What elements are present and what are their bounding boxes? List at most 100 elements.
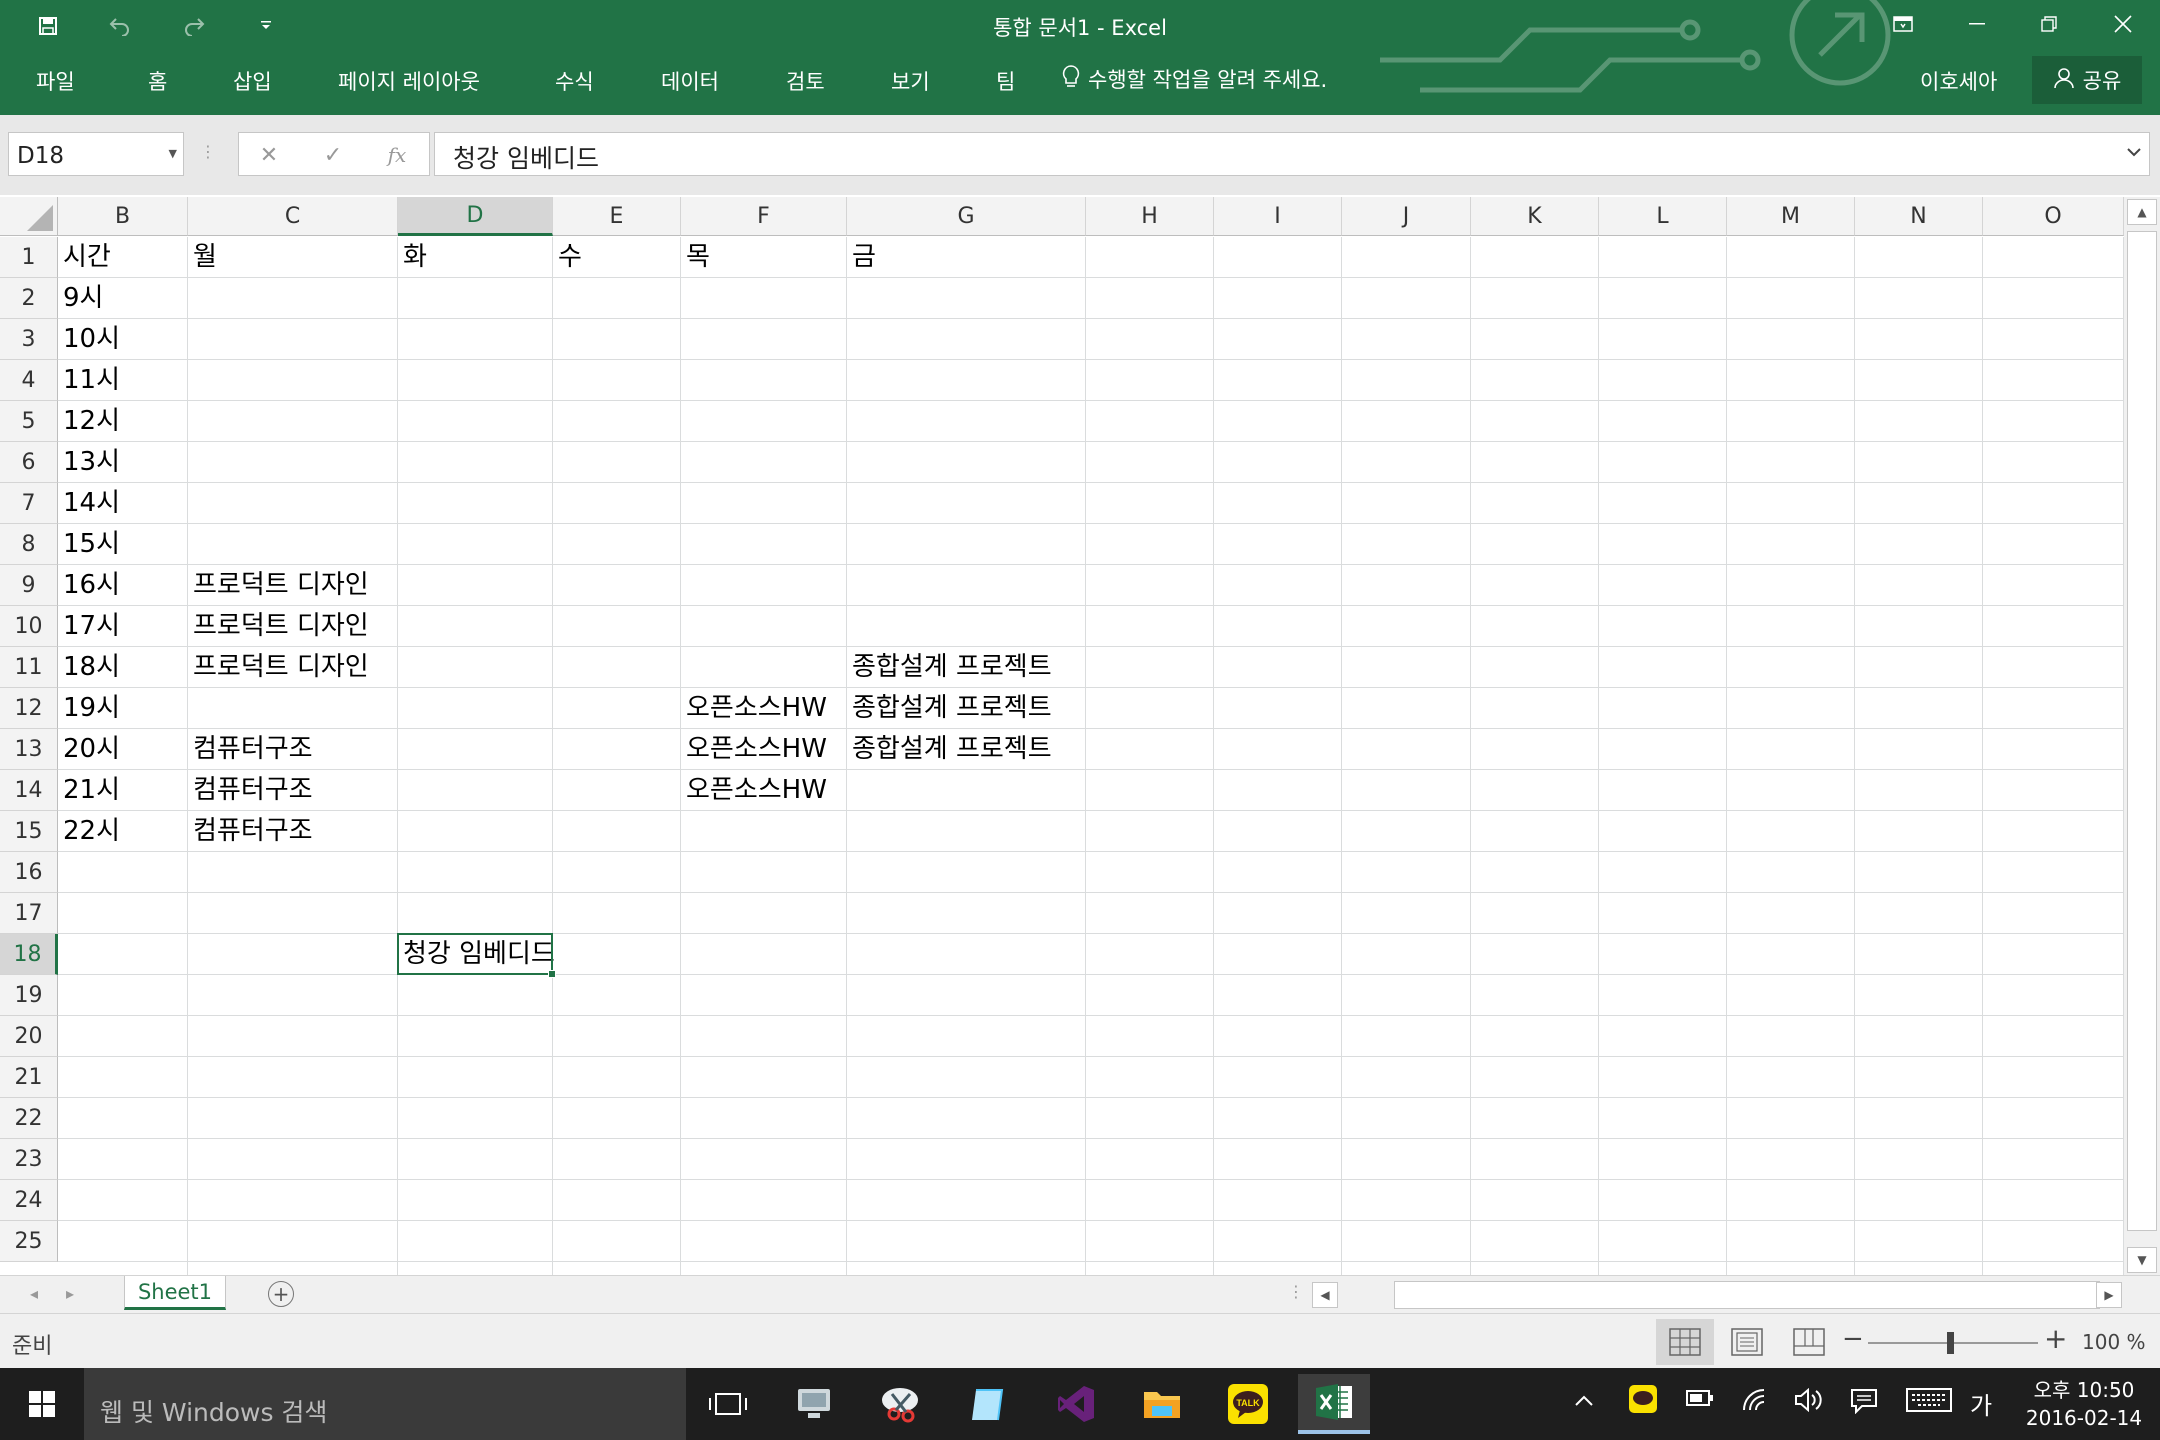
taskbar-search[interactable]: 웹 및 Windows 검색 xyxy=(84,1368,686,1440)
tab-data[interactable]: 데이터 xyxy=(661,66,719,96)
cell-b6[interactable]: 13시 xyxy=(58,442,120,483)
tab-review[interactable]: 검토 xyxy=(786,66,825,96)
cell-b10[interactable]: 17시 xyxy=(58,606,120,647)
row-header-25[interactable]: 25 xyxy=(0,1221,58,1262)
row-header-7[interactable]: 7 xyxy=(0,483,58,524)
user-name[interactable]: 이호세아 xyxy=(1920,66,1997,96)
column-header-m[interactable]: M xyxy=(1727,197,1855,236)
kakaotalk-tray-icon[interactable] xyxy=(1628,1384,1658,1420)
volume-icon[interactable] xyxy=(1794,1387,1824,1418)
selected-cell-border[interactable] xyxy=(397,933,556,978)
next-sheet-icon[interactable]: ▸ xyxy=(66,1284,74,1303)
remote-desktop-icon[interactable] xyxy=(778,1374,850,1434)
row-header-2[interactable]: 2 xyxy=(0,278,58,319)
cell-c13[interactable]: 컴퓨터구조 xyxy=(188,729,313,770)
cell-f1[interactable]: 목 xyxy=(681,237,710,278)
page-break-view-icon[interactable] xyxy=(1780,1319,1838,1365)
cell-d1[interactable]: 화 xyxy=(398,237,427,278)
cell-g12[interactable]: 종합설계 프로젝트 xyxy=(847,688,1052,729)
row-header-1[interactable]: 1 xyxy=(0,237,58,278)
tab-view[interactable]: 보기 xyxy=(891,66,930,96)
column-header-k[interactable]: K xyxy=(1471,197,1599,236)
column-header-h[interactable]: H xyxy=(1086,197,1214,236)
zoom-level[interactable]: 100 % xyxy=(2082,1330,2146,1354)
cell-f12[interactable]: 오픈소스HW xyxy=(681,688,827,729)
row-header-14[interactable]: 14 xyxy=(0,770,58,811)
cell-b1[interactable]: 시간 xyxy=(58,237,111,278)
battery-icon[interactable] xyxy=(1686,1388,1714,1413)
vertical-scroll-thumb[interactable] xyxy=(2127,231,2157,1231)
column-header-i[interactable]: I xyxy=(1214,197,1342,236)
row-header-13[interactable]: 13 xyxy=(0,729,58,770)
sheet-tab-sheet1[interactable]: Sheet1 xyxy=(124,1276,226,1310)
cell-g11[interactable]: 종합설계 프로젝트 xyxy=(847,647,1052,688)
row-header-10[interactable]: 10 xyxy=(0,606,58,647)
windows-start-icon[interactable] xyxy=(0,1368,84,1440)
cell-c11[interactable]: 프로덕트 디자인 xyxy=(188,647,369,688)
column-header-n[interactable]: N xyxy=(1855,197,1983,236)
chevron-down-icon[interactable]: ▼ xyxy=(169,147,177,160)
cell-b13[interactable]: 20시 xyxy=(58,729,120,770)
file-explorer-icon[interactable] xyxy=(1126,1374,1198,1434)
add-sheet-icon[interactable]: + xyxy=(268,1281,294,1307)
kakaotalk-icon[interactable]: TALK xyxy=(1212,1374,1284,1434)
cell-f13[interactable]: 오픈소스HW xyxy=(681,729,827,770)
prev-sheet-icon[interactable]: ◂ xyxy=(30,1284,38,1303)
row-header-22[interactable]: 22 xyxy=(0,1098,58,1139)
row-header-19[interactable]: 19 xyxy=(0,975,58,1016)
cell-c10[interactable]: 프로덕트 디자인 xyxy=(188,606,369,647)
column-header-c[interactable]: C xyxy=(188,197,398,236)
sticky-notes-icon[interactable] xyxy=(952,1374,1024,1434)
vertical-scrollbar[interactable]: ▲ ▼ xyxy=(2124,197,2160,1277)
name-box[interactable]: D18 ▼ xyxy=(8,132,184,176)
tab-home[interactable]: 홈 xyxy=(148,66,167,96)
scroll-right-icon[interactable]: ▶ xyxy=(2096,1282,2122,1308)
cell-b15[interactable]: 22시 xyxy=(58,811,120,852)
cell-b7[interactable]: 14시 xyxy=(58,483,120,524)
horizontal-scroll-thumb[interactable] xyxy=(1394,1281,2100,1309)
normal-view-icon[interactable] xyxy=(1656,1319,1714,1365)
zoom-in-button[interactable]: + xyxy=(2044,1322,2067,1355)
cell-c1[interactable]: 월 xyxy=(188,237,217,278)
tab-page-layout[interactable]: 페이지 레이아웃 xyxy=(338,66,480,96)
tab-file[interactable]: 파일 xyxy=(36,66,75,96)
cell-b2[interactable]: 9시 xyxy=(58,278,103,319)
action-center-icon[interactable] xyxy=(1850,1388,1878,1420)
column-header-l[interactable]: L xyxy=(1599,197,1727,236)
column-header-j[interactable]: J xyxy=(1342,197,1471,236)
page-layout-view-icon[interactable] xyxy=(1718,1319,1776,1365)
row-header-9[interactable]: 9 xyxy=(0,565,58,606)
row-header-8[interactable]: 8 xyxy=(0,524,58,565)
cell-b3[interactable]: 10시 xyxy=(58,319,120,360)
clock[interactable]: 오후 10:50 2016-02-14 xyxy=(2014,1376,2154,1432)
column-header-f[interactable]: F xyxy=(681,197,847,236)
touch-keyboard-icon[interactable] xyxy=(1906,1388,1952,1418)
visual-studio-icon[interactable] xyxy=(1040,1374,1112,1434)
cell-b4[interactable]: 11시 xyxy=(58,360,120,401)
cell-g1[interactable]: 금 xyxy=(847,237,876,278)
tab-split-grip-icon[interactable]: ⋮ xyxy=(1288,1282,1304,1301)
excel-taskbar-icon[interactable] xyxy=(1298,1374,1370,1434)
horizontal-scrollbar[interactable]: ◀ ▶ xyxy=(1312,1280,2134,1310)
row-header-16[interactable]: 16 xyxy=(0,852,58,893)
task-view-icon[interactable] xyxy=(692,1374,764,1434)
ime-indicator[interactable]: 가 xyxy=(1970,1386,1992,1421)
expand-formula-bar-icon[interactable] xyxy=(2127,145,2141,161)
row-header-20[interactable]: 20 xyxy=(0,1016,58,1057)
row-header-3[interactable]: 3 xyxy=(0,319,58,360)
row-header-17[interactable]: 17 xyxy=(0,893,58,934)
row-header-6[interactable]: 6 xyxy=(0,442,58,483)
column-header-d[interactable]: D xyxy=(398,197,553,236)
column-header-o[interactable]: O xyxy=(1983,197,2124,236)
fill-handle[interactable] xyxy=(548,970,556,978)
cell-b12[interactable]: 19시 xyxy=(58,688,120,729)
scroll-left-icon[interactable]: ◀ xyxy=(1312,1282,1338,1308)
enter-check-icon[interactable]: ✓ xyxy=(309,137,357,173)
cell-g13[interactable]: 종합설계 프로젝트 xyxy=(847,729,1052,770)
worksheet-grid[interactable]: BCDEFGHIJKLMNO 1 2 3 4 5 6 7 8 9 10 11 12 13 14 15 16 17… xyxy=(0,195,2160,1275)
share-button[interactable]: 공유 xyxy=(2032,56,2142,104)
row-header-4[interactable]: 4 xyxy=(0,360,58,401)
cell-b8[interactable]: 15시 xyxy=(58,524,120,565)
scroll-down-icon[interactable]: ▼ xyxy=(2127,1247,2157,1273)
tell-me-box[interactable]: 수행할 작업을 알려 주세요. xyxy=(1062,64,1327,94)
